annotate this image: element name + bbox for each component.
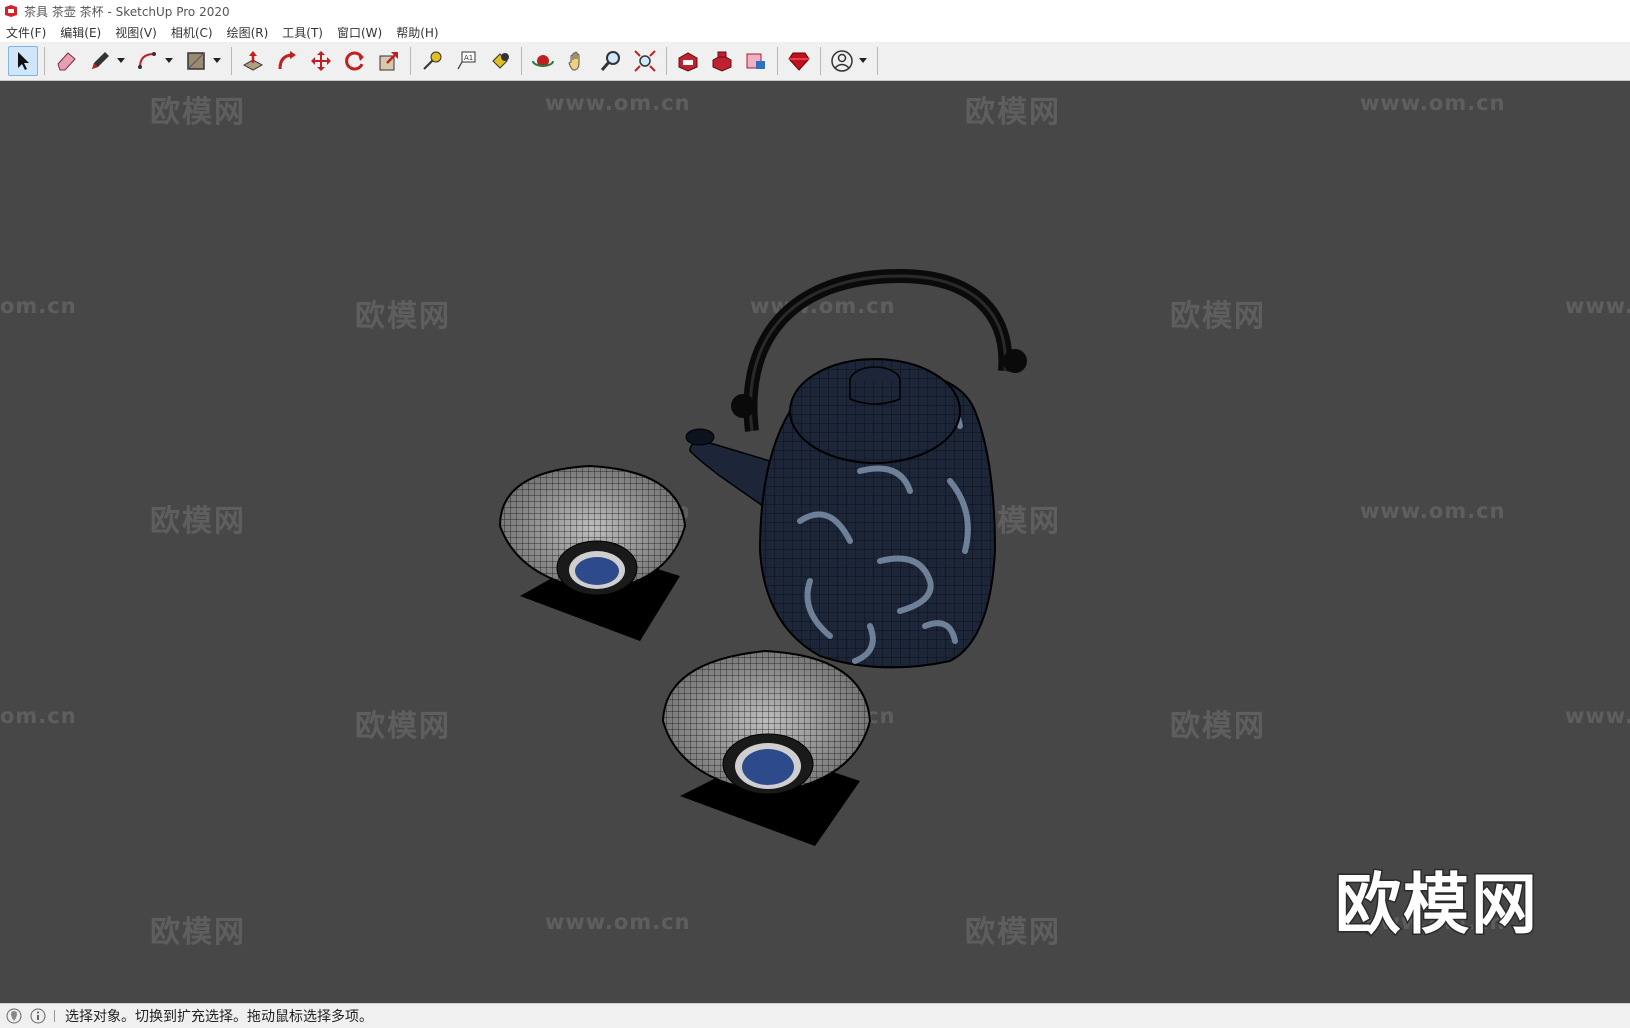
orbit-icon	[532, 55, 554, 67]
teapot-handle-lug	[731, 394, 755, 418]
menu-help[interactable]: 帮助(H)	[396, 24, 438, 41]
rectangle-icon	[187, 52, 205, 70]
teapot-handle-lug	[1003, 349, 1027, 373]
model-viewport[interactable]: 欧模网 www.om.cn 欧模网 www.om.cn om.cn 欧模网 ww…	[0, 81, 1630, 1003]
cup-center	[742, 749, 794, 785]
pencil-tool-button[interactable]	[85, 46, 115, 76]
tape-measure-tool-button[interactable]	[417, 46, 447, 76]
ruby-icon	[788, 52, 810, 71]
move-tool-button[interactable]	[306, 46, 336, 76]
select-icon	[18, 52, 29, 70]
select-tool-button[interactable]	[8, 46, 38, 76]
toolbar-separator	[777, 47, 778, 75]
toolbar-separator	[231, 47, 232, 75]
menu-camera[interactable]: 相机(C)	[171, 24, 213, 41]
account-dropdown[interactable]	[857, 46, 869, 76]
text-icon: A1	[457, 51, 476, 70]
text-tool-button[interactable]: A1	[451, 46, 481, 76]
rotate-icon	[345, 51, 364, 71]
window-title: 茶具 茶壶 茶杯 - SketchUp Pro 2020	[24, 4, 230, 19]
pencil-icon	[92, 52, 109, 69]
arc-icon	[138, 52, 156, 69]
rectangle-tool-button[interactable]	[181, 46, 211, 76]
menu-bar: 文件(F) 编辑(E) 视图(V) 相机(C) 绘图(R) 工具(T) 窗口(W…	[0, 22, 1630, 42]
menu-tools[interactable]: 工具(T)	[282, 24, 323, 41]
status-separator	[54, 1010, 55, 1022]
sketchup-logo-icon	[5, 5, 17, 17]
zoom-extents-tool-button[interactable]	[630, 46, 660, 76]
status-message: 选择对象。切换到扩充选择。拖动鼠标选择多项。	[65, 1009, 373, 1025]
title-bar: 茶具 茶壶 茶杯 - SketchUp Pro 2020	[0, 0, 1630, 22]
toolbar-separator	[820, 47, 821, 75]
extension-warehouse-icon	[712, 51, 732, 72]
move-icon	[311, 51, 331, 71]
warehouse-icon	[678, 52, 698, 72]
extension-warehouse-button[interactable]	[707, 46, 737, 76]
account-icon	[831, 50, 853, 72]
menu-file[interactable]: 文件(F)	[6, 24, 46, 41]
teapot[interactable]	[685, 268, 1027, 669]
geo-location-icon[interactable]	[6, 1008, 22, 1024]
paint-bucket-tool-button[interactable]	[485, 46, 515, 76]
watermark-logo: 欧模网	[1334, 865, 1539, 945]
info-icon[interactable]	[30, 1008, 46, 1024]
orbit-tool-button[interactable]	[528, 46, 558, 76]
chevron-down-icon	[859, 58, 867, 63]
menu-edit[interactable]: 编辑(E)	[60, 24, 101, 41]
follow-me-tool-button[interactable]	[272, 46, 302, 76]
arc-tool-button[interactable]	[133, 46, 163, 76]
toolbar: A1	[0, 42, 1630, 81]
toolbar-separator	[666, 47, 667, 75]
toolbar-separator	[521, 47, 522, 75]
zoom-tool-button[interactable]	[596, 46, 626, 76]
ruby-console-button[interactable]	[784, 46, 814, 76]
pan-icon	[568, 51, 580, 71]
rectangle-dropdown[interactable]	[211, 46, 223, 76]
pencil-dropdown[interactable]	[115, 46, 127, 76]
toolbar-separator	[44, 47, 45, 75]
zoom-extents-icon	[634, 50, 656, 72]
account-button[interactable]	[827, 46, 857, 76]
zoom-icon	[600, 51, 620, 71]
menu-draw[interactable]: 绘图(R)	[227, 24, 269, 41]
follow-me-icon	[278, 51, 296, 70]
layout-icon	[746, 53, 765, 69]
3d-warehouse-button[interactable]	[673, 46, 703, 76]
chevron-down-icon	[213, 58, 221, 63]
push-pull-icon	[242, 51, 264, 71]
menu-view[interactable]: 视图(V)	[115, 24, 157, 41]
chevron-down-icon	[165, 58, 173, 63]
eraser-tool-button[interactable]	[51, 46, 81, 76]
arc-dropdown[interactable]	[163, 46, 175, 76]
cup-center	[575, 557, 619, 585]
scale-tool-button[interactable]	[374, 46, 404, 76]
pan-tool-button[interactable]	[562, 46, 592, 76]
send-to-layout-button[interactable]	[741, 46, 771, 76]
tea-cup[interactable]	[498, 464, 687, 641]
eraser-icon	[57, 52, 76, 71]
tape-measure-icon	[423, 51, 442, 70]
push-pull-tool-button[interactable]	[238, 46, 268, 76]
toolbar-separator	[410, 47, 411, 75]
scale-icon	[379, 52, 398, 71]
rotate-tool-button[interactable]	[340, 46, 370, 76]
svg-text:A1: A1	[464, 54, 473, 62]
chevron-down-icon	[117, 58, 125, 63]
tea-cup[interactable]	[661, 649, 872, 846]
menu-window[interactable]: 窗口(W)	[337, 24, 382, 41]
toolbar-separator	[877, 47, 878, 75]
paint-bucket-icon	[492, 53, 509, 69]
teapot-spout	[689, 441, 771, 513]
status-bar: 选择对象。切换到扩充选择。拖动鼠标选择多项。	[0, 1003, 1630, 1028]
